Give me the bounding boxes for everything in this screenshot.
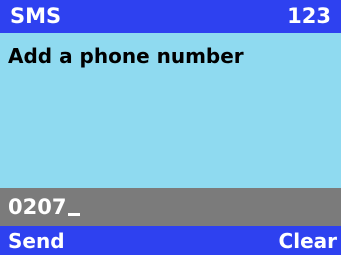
title-bar: SMS 123: [0, 0, 341, 33]
phone-number-text: 0207: [8, 195, 67, 219]
screen-title: SMS: [10, 4, 62, 28]
text-cursor: [68, 213, 81, 216]
clear-button[interactable]: Clear: [279, 228, 337, 254]
character-counter: 123: [287, 4, 331, 28]
softkey-bar: Send Clear: [0, 226, 341, 255]
message-area: Add a phone number: [0, 33, 341, 188]
instruction-text: Add a phone number: [8, 44, 244, 68]
phone-number-value[interactable]: 0207: [8, 194, 81, 220]
send-button[interactable]: Send: [8, 228, 65, 254]
phone-screen: SMS 123 Add a phone number 0207 Send Cle…: [0, 0, 341, 255]
phone-number-input[interactable]: 0207: [0, 188, 341, 226]
